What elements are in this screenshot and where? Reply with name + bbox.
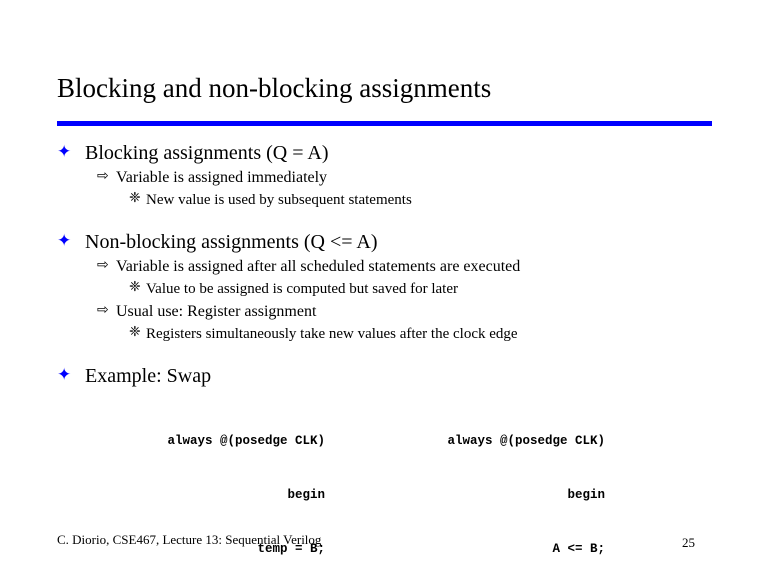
code-line: always @(posedge CLK) — [447, 434, 605, 448]
footer-credit: C. Diorio, CSE467, Lecture 13: Sequentia… — [57, 532, 322, 547]
code-line: begin — [287, 488, 325, 502]
diamond-bullet-icon: ✦ — [57, 142, 72, 162]
title-underline-rule — [57, 121, 712, 126]
list-item-label: Registers simultaneously take new values… — [146, 326, 518, 342]
list-item: ✦ Blocking assignments (Q = A) — [0, 140, 768, 166]
list-item: ✦ Example: Swap — [0, 363, 768, 389]
list-item: ❈ Value to be assigned is computed but s… — [0, 278, 768, 300]
diamond-bullet-icon: ✦ — [57, 231, 72, 251]
arrow-bullet-icon: ⇨ — [97, 302, 109, 318]
list-item-label: Usual use: Register assignment — [116, 303, 317, 320]
list-item: ⇨ Variable is assigned immediately — [0, 166, 768, 189]
bullet-list: ✦ Blocking assignments (Q = A) ⇨ Variabl… — [0, 140, 768, 389]
arrow-bullet-icon: ⇨ — [97, 168, 109, 184]
diamond-bullet-icon: ✦ — [57, 365, 72, 385]
list-item-label: Non-blocking assignments (Q <= A) — [85, 231, 378, 253]
small-diamond-bullet-icon: ❈ — [129, 190, 141, 206]
code-block-nonblocking: always @(posedge CLK) begin A <= B; B <=… — [365, 396, 605, 576]
code-block-blocking: always @(posedge CLK) begin temp = B; B … — [85, 396, 325, 576]
list-item-label: Example: Swap — [85, 365, 212, 387]
list-item-label: Value to be assigned is computed but sav… — [146, 281, 458, 297]
code-line: begin — [567, 488, 605, 502]
list-item-label: Blocking assignments (Q = A) — [85, 142, 329, 164]
list-item: ❈ New value is used by subsequent statem… — [0, 189, 768, 211]
small-diamond-bullet-icon: ❈ — [129, 324, 141, 340]
arrow-bullet-icon: ⇨ — [97, 257, 109, 273]
list-item-label: Variable is assigned immediately — [116, 169, 328, 186]
list-item: ❈ Registers simultaneously take new valu… — [0, 323, 768, 345]
list-item: ✦ Non-blocking assignments (Q <= A) — [0, 229, 768, 255]
list-item-label: New value is used by subsequent statemen… — [146, 192, 412, 208]
page-title: Blocking and non-blocking assignments — [57, 73, 492, 103]
list-item: ⇨ Usual use: Register assignment — [0, 300, 768, 323]
code-examples: always @(posedge CLK) begin temp = B; B … — [0, 396, 768, 556]
slide: Blocking and non-blocking assignments ✦ … — [0, 0, 768, 576]
list-item: ⇨ Variable is assigned after all schedul… — [0, 255, 768, 278]
list-item-label: Variable is assigned after all scheduled… — [116, 258, 521, 275]
page-number: 25 — [682, 535, 695, 550]
code-line: A <= B; — [552, 542, 605, 556]
code-line: always @(posedge CLK) — [167, 434, 325, 448]
small-diamond-bullet-icon: ❈ — [129, 279, 141, 295]
